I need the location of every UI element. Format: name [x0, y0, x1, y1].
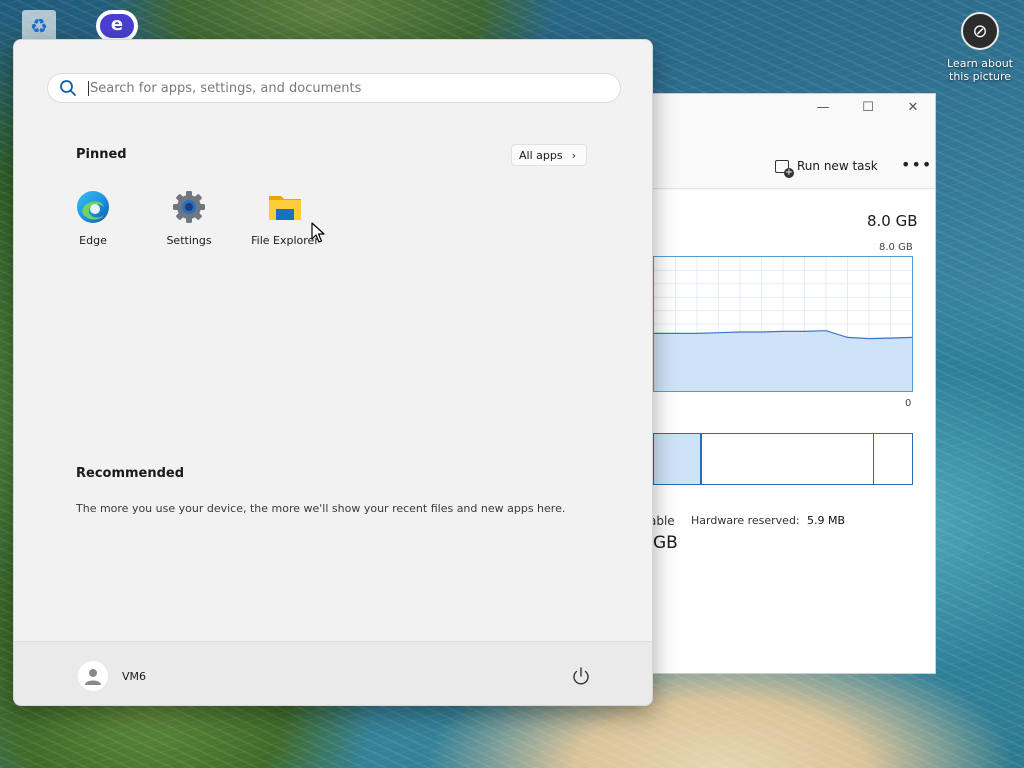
pinned-app-label: Settings: [166, 234, 212, 247]
recycle-bin-icon[interactable]: ♻: [22, 10, 56, 42]
maximize-button[interactable]: ☐: [858, 100, 878, 115]
pinned-heading: Pinned: [76, 147, 127, 162]
folder-icon: [268, 190, 302, 224]
memory-total: 8.0 GB: [867, 212, 918, 230]
available-value-fragment: GB: [653, 533, 678, 553]
pinned-app-edge[interactable]: Edge: [48, 190, 138, 247]
all-apps-button[interactable]: All apps ›: [511, 144, 587, 166]
run-new-task-label: Run new task: [797, 159, 878, 173]
hardware-reserved-value: 5.9 MB: [807, 514, 846, 527]
memory-usage-graph: [653, 256, 913, 392]
gear-icon: [172, 190, 206, 224]
power-button[interactable]: [570, 665, 592, 687]
chevron-right-icon: ›: [571, 148, 576, 162]
recommended-heading: Recommended: [76, 466, 185, 481]
graph-max-label: 8.0 GB: [879, 242, 913, 253]
close-button[interactable]: ✕: [903, 100, 923, 115]
composition-standby: [702, 434, 874, 484]
edge-desktop-icon[interactable]: e: [96, 10, 138, 42]
task-manager-titlebar[interactable]: — ☐ ✕: [641, 94, 935, 124]
edge-icon: [76, 190, 110, 224]
graph-min-label: 0: [905, 398, 912, 409]
user-account-button[interactable]: VM6: [78, 661, 146, 691]
pinned-app-label: Edge: [79, 234, 107, 247]
composition-in-use: [654, 434, 702, 484]
hardware-reserved-label: Hardware reserved:: [691, 514, 800, 527]
task-manager-toolbar: Run new task •••: [641, 149, 935, 189]
all-apps-label: All apps: [519, 148, 563, 162]
pinned-app-settings[interactable]: Settings: [144, 190, 234, 247]
minimize-button[interactable]: —: [813, 100, 833, 115]
composition-free: [874, 434, 912, 484]
memory-graph-svg: [654, 257, 913, 391]
run-new-task-button[interactable]: Run new task: [775, 159, 878, 178]
search-input[interactable]: [88, 80, 588, 96]
more-options-button[interactable]: •••: [901, 155, 932, 174]
user-icon: [78, 661, 108, 691]
power-icon: [573, 667, 589, 685]
recommended-empty-text: The more you use your device, the more w…: [76, 502, 566, 515]
start-menu: Pinned All apps › Edge: [13, 39, 653, 706]
learn-about-picture-widget[interactable]: ⊘ Learn about this picture: [940, 12, 1020, 83]
start-footer: VM6: [14, 641, 652, 705]
user-name: VM6: [122, 669, 147, 683]
memory-composition-bar: [653, 433, 913, 485]
camera-icon: ⊘: [961, 12, 999, 50]
run-task-icon: [775, 159, 794, 178]
search-icon: [48, 73, 88, 103]
mouse-cursor-icon: [311, 222, 325, 243]
memory-panel: 8.0 GB 8.0 GB 0 able Hardware reserved: …: [641, 190, 935, 673]
learn-about-picture-label: Learn about this picture: [947, 57, 1013, 83]
search-box[interactable]: [47, 73, 621, 103]
memory-usage-area: [654, 330, 912, 391]
task-manager-window[interactable]: — ☐ ✕ Run new task ••• 8.0 GB 8.0 GB 0 a…: [640, 93, 936, 674]
